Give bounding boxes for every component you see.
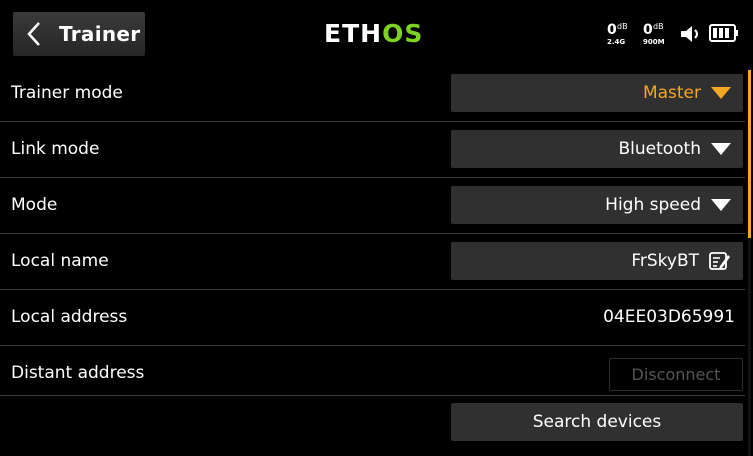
row-trainer-mode: Trainer mode Master [0,66,745,121]
mode-dropdown[interactable]: High speed [451,186,743,224]
dropdown-arrow-icon [711,86,731,99]
distant-address-label: Distant address [11,363,145,383]
row-local-address: Local address 04EE03D65991 [0,290,745,345]
edit-icon [709,252,730,270]
search-devices-button[interactable]: Search devices [451,403,743,441]
disconnect-button[interactable]: Disconnect [609,358,743,391]
page-title: Trainer [59,22,141,46]
row-link-mode: Link mode Bluetooth [0,122,745,177]
local-name-label: Local name [11,251,109,271]
header-bar: Trainer ETHOS 0 dB 2.4G 0 dB 900M [0,0,753,66]
row-mode: Mode High speed [0,178,745,233]
status-area: 0 dB 2.4G 0 dB 900M [607,22,739,52]
chevron-left-icon [19,12,49,56]
dropdown-arrow-icon [711,142,731,155]
ethos-logo: ETHOS [324,19,424,48]
rssi-2g4: 0 dB 2.4G [607,22,628,46]
local-name-field[interactable]: FrSkyBT [451,242,743,280]
row-distant-address: Distant address Disconnect [0,346,745,401]
mode-label: Mode [11,195,58,215]
scrollbar-thumb[interactable] [748,70,751,238]
local-address-value: 04EE03D65991 [603,307,735,327]
local-address-label: Local address [11,307,128,327]
divider [0,395,745,396]
row-local-name: Local name FrSkyBT [0,234,745,289]
rssi-900m: 0 dB 900M [643,22,665,46]
link-mode-label: Link mode [11,139,100,159]
trainer-mode-dropdown[interactable]: Master [451,74,743,112]
link-mode-dropdown[interactable]: Bluetooth [451,130,743,168]
dropdown-arrow-icon [711,198,731,211]
settings-list: Trainer mode Master Link mode Bluetooth … [0,66,753,456]
speaker-icon [681,26,698,42]
battery-icon [709,24,738,42]
trainer-mode-label: Trainer mode [11,83,123,103]
back-button[interactable]: Trainer [13,12,145,56]
